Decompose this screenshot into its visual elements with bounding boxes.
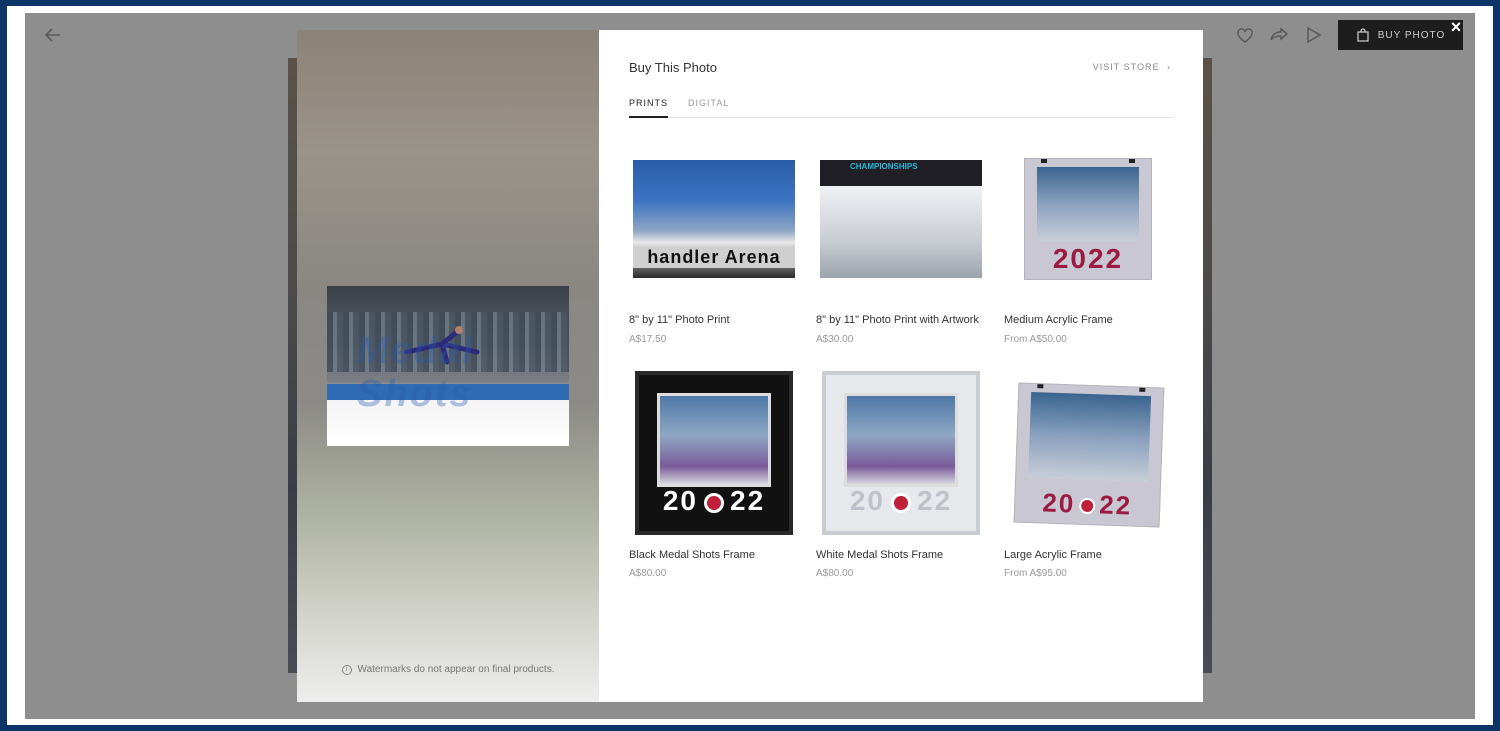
play-icon[interactable] (1302, 24, 1324, 46)
frame-photo (844, 393, 958, 487)
product-tabs: PRINTS DIGITAL (629, 96, 1173, 118)
product-thumbnail[interactable]: CHAMPIONSHIPS (820, 160, 982, 278)
buy-photo-button[interactable]: BUY PHOTO (1338, 20, 1463, 50)
preview-watermark: Medal Shots (357, 330, 475, 415)
medal-icon (1078, 497, 1096, 515)
product-price: A$80.00 (816, 568, 854, 579)
product-thumbnail[interactable]: handler Arena (633, 160, 795, 278)
arena-sign: handler Arena (633, 247, 795, 268)
product-thumbnail[interactable]: 2022 (1024, 158, 1152, 280)
acrylic-photo (1028, 391, 1152, 482)
photo-preview: Medal Shots (327, 286, 569, 446)
product-price: A$80.00 (629, 568, 667, 579)
watermark-note-text: Watermarks do not appear on final produc… (357, 664, 555, 675)
frame-photo (657, 393, 771, 487)
preview-panel: Medal Shots i Watermarks do not appear o… (297, 30, 599, 702)
chevron-right-icon: › (1167, 62, 1171, 72)
product-price: A$17.50 (629, 334, 667, 345)
back-arrow-icon[interactable] (42, 24, 64, 46)
product-price: From A$50.00 (1004, 334, 1067, 345)
buy-photo-modal: Medal Shots i Watermarks do not appear o… (297, 30, 1203, 702)
acrylic-photo (1037, 167, 1139, 242)
product-thumbnail[interactable]: 2022 (822, 371, 980, 535)
buy-photo-label: BUY PHOTO (1377, 29, 1446, 41)
heart-icon[interactable] (1234, 24, 1256, 46)
product-name[interactable]: 8" by 11" Photo Print (629, 314, 730, 326)
medal-icon (891, 492, 911, 513)
shopping-bag-icon (1357, 28, 1369, 42)
product-thumbnail[interactable]: 2022 (1013, 382, 1165, 528)
product-thumbnail[interactable]: 2022 (635, 371, 793, 535)
frame-year: 2022 (1052, 243, 1124, 274)
acrylic-clip (1041, 159, 1047, 163)
tab-prints[interactable]: PRINTS (629, 98, 669, 118)
watermark-note: i Watermarks do not appear on final prod… (297, 664, 599, 675)
product-price: From A$95.00 (1004, 568, 1067, 579)
acrylic-clip (1139, 385, 1146, 392)
visit-store-link[interactable]: VISIT STORE › (1093, 62, 1171, 72)
frame-year: 2022 (849, 485, 953, 516)
close-icon[interactable]: × (1446, 17, 1466, 37)
frame-year: 2022 (662, 485, 766, 516)
info-icon: i (341, 664, 352, 675)
visit-store-label: VISIT STORE (1092, 62, 1160, 72)
acrylic-clip (1037, 382, 1044, 389)
product-name[interactable]: Large Acrylic Frame (1004, 549, 1102, 561)
frame-year: 2022 (1041, 487, 1133, 521)
medal-icon (704, 492, 724, 513)
acrylic-clip (1129, 159, 1135, 163)
product-name[interactable]: 8" by 11" Photo Print with Artwork (816, 314, 979, 326)
product-name[interactable]: Medium Acrylic Frame (1004, 314, 1113, 326)
product-name[interactable]: White Medal Shots Frame (816, 549, 943, 561)
artwork-header: CHAMPIONSHIPS (820, 160, 982, 186)
modal-title: Buy This Photo (629, 60, 717, 75)
tab-digital[interactable]: DIGITAL (688, 98, 729, 116)
product-price: A$30.00 (816, 334, 854, 345)
share-icon[interactable] (1268, 24, 1290, 46)
product-name[interactable]: Black Medal Shots Frame (629, 549, 755, 561)
product-panel: Buy This Photo VISIT STORE › PRINTS DIGI… (599, 30, 1203, 702)
